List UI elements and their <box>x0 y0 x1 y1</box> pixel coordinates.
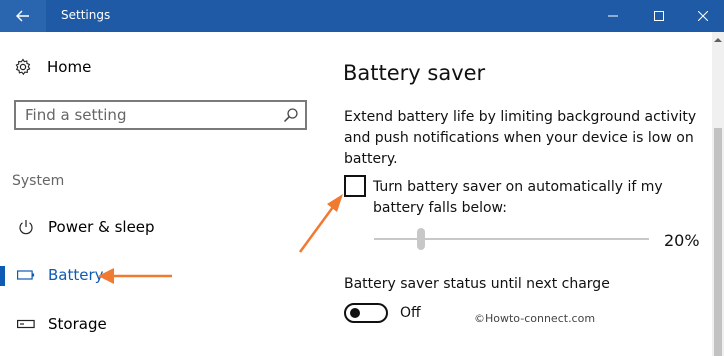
power-icon <box>17 218 35 236</box>
section-title-system: System <box>12 173 65 189</box>
search-input[interactable]: Find a setting <box>14 100 307 130</box>
threshold-slider-thumb[interactable] <box>417 228 425 250</box>
gear-icon <box>14 58 32 76</box>
close-button[interactable] <box>680 0 724 32</box>
minimize-button[interactable] <box>590 0 636 32</box>
sidebar-item-battery[interactable]: Battery <box>0 257 330 293</box>
nav-home-label: Home <box>47 58 92 76</box>
watermark: ©Howto-connect.com <box>474 312 596 325</box>
arrow-left-icon <box>16 10 29 22</box>
page-title: Battery saver <box>343 61 486 85</box>
auto-battery-saver-checkbox[interactable] <box>344 175 366 197</box>
battery-saver-status-label: Battery saver status until next charge <box>344 276 610 292</box>
maximize-icon <box>654 11 664 21</box>
sidebar: Home Find a setting System Power & sleep… <box>0 32 330 356</box>
nav-home[interactable]: Home <box>14 58 91 76</box>
back-button[interactable] <box>0 0 46 32</box>
sidebar-item-label: Power & sleep <box>48 218 155 236</box>
scroll-up-icon[interactable] <box>714 36 722 44</box>
active-indicator <box>0 266 5 286</box>
window-title: Settings <box>61 8 111 22</box>
battery-saver-description: Extend battery life by limiting backgrou… <box>344 109 697 167</box>
auto-battery-saver-label: Turn battery saver on automatically if m… <box>373 179 663 216</box>
battery-saver-toggle-state: Off <box>400 305 421 321</box>
scrollbar[interactable] <box>712 32 724 356</box>
battery-saver-toggle[interactable] <box>344 303 388 323</box>
scrollbar-thumb[interactable] <box>714 128 722 356</box>
sidebar-item-label: Storage <box>48 315 107 333</box>
threshold-slider-track[interactable] <box>374 238 649 240</box>
close-icon <box>698 11 708 21</box>
threshold-slider-value: 20% <box>664 231 700 250</box>
search-icon[interactable] <box>283 107 299 123</box>
sidebar-item-power-sleep[interactable]: Power & sleep <box>0 209 330 245</box>
search-placeholder: Find a setting <box>25 106 127 124</box>
toggle-knob <box>350 308 360 318</box>
battery-icon <box>17 266 35 284</box>
maximize-button[interactable] <box>636 0 682 32</box>
sidebar-item-label: Battery <box>48 266 104 284</box>
sidebar-item-storage[interactable]: Storage <box>0 306 330 342</box>
main-content: Battery saver Extend battery life by lim… <box>330 32 712 356</box>
minimize-icon <box>608 15 618 17</box>
title-bar: Settings <box>0 0 724 32</box>
storage-icon <box>17 315 35 333</box>
